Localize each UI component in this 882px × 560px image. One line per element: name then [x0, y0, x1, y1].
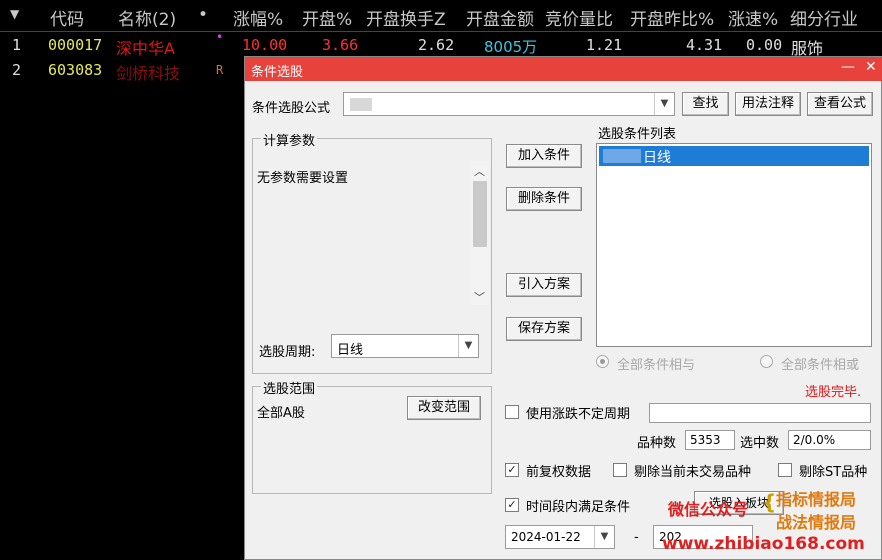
scroll-down-icon[interactable]: ﹀ [474, 289, 485, 305]
cycle-field[interactable] [649, 403, 871, 423]
scroll-up-icon[interactable]: ︿ [474, 163, 485, 179]
row-index: 2 [12, 61, 22, 79]
row-index: 1 [12, 36, 22, 54]
col-change[interactable]: 涨幅% [233, 5, 283, 30]
adj-label: 前复权数据 [526, 465, 592, 480]
range-group: 选股范围 全部A股 改变范围 [252, 378, 492, 494]
row-name: 剑桥科技 [116, 64, 181, 83]
col-amount[interactable]: 开盘金额 [466, 5, 534, 30]
radio-and[interactable] [596, 355, 609, 368]
condition-item-label: 日线 [643, 150, 671, 166]
row-flag: R [216, 63, 224, 77]
dialog-titlebar[interactable]: 条件选股 — ✕ [245, 57, 882, 81]
blurred-formula-name [350, 98, 372, 111]
minimize-icon[interactable]: — [841, 59, 855, 75]
import-scheme-button[interactable]: 引入方案 [506, 273, 582, 297]
close-icon[interactable]: ✕ [865, 59, 877, 75]
chevron-down-icon[interactable]: ▼ [594, 526, 614, 548]
watermark-line2: 指标情报局 [776, 490, 857, 509]
time-range-label: 时间段内满足条件 [526, 500, 631, 515]
view-formula-button[interactable]: 查看公式 [807, 92, 873, 116]
use-cycle-checkbox[interactable] [505, 405, 519, 419]
count-label: 品种数 [637, 436, 677, 451]
watermark-brace: { [762, 490, 777, 514]
row-name: 深中华A [116, 39, 175, 58]
col-name[interactable]: 名称(2) [118, 5, 176, 30]
dialog-title: 条件选股 [251, 65, 304, 80]
use-cycle-label: 使用涨跌不定周期 [526, 407, 631, 422]
list-item[interactable]: 日线 [599, 146, 869, 166]
col-code[interactable]: 代码 [50, 5, 84, 30]
selected-value: 2/0.0% [793, 433, 836, 447]
row-code: 603083 [48, 61, 103, 79]
col-industry[interactable]: 细分行业 [790, 5, 858, 30]
col-open-prev[interactable]: 开盘昨比% [630, 5, 714, 30]
sort-marker[interactable]: ▼ [10, 7, 19, 21]
exclude-st-label: 剔除ST品种 [799, 465, 868, 480]
formula-label: 条件选股公式 [252, 101, 331, 116]
exclude-inactive-label: 剔除当前未交易品种 [634, 465, 752, 480]
condition-select-dialog: 条件选股 — ✕ 条件选股公式 ▼ 查找 用法注释 查看公式 计算参数 无参数需… [244, 56, 882, 560]
col-turnover[interactable]: 开盘换手Z [366, 5, 446, 30]
params-group: 计算参数 无参数需要设置 ︿ ﹀ 选股周期: 日线 ▼ [252, 130, 492, 374]
selected-field: 2/0.0% [788, 430, 871, 450]
period-label: 选股周期: [259, 345, 316, 360]
watermark-line3: 战法情报局 [776, 513, 857, 532]
condition-list[interactable]: 日线 [596, 143, 872, 347]
col-ratio[interactable]: 竞价量比 [545, 5, 613, 30]
params-title: 计算参数 [261, 130, 318, 149]
watermark-wechat: 微信公众号 [668, 500, 749, 519]
radio-or-label: 全部条件相或 [781, 358, 860, 373]
exclude-st-checkbox[interactable] [778, 463, 792, 477]
params-scrollbar[interactable]: ︿ ﹀ [471, 161, 489, 305]
row-turnover: 2.62 [418, 36, 455, 54]
params-text: 无参数需要设置 [257, 171, 349, 186]
col-open[interactable]: 开盘% [302, 5, 352, 30]
count-value: 5353 [690, 433, 721, 447]
range-value: 全部A股 [257, 406, 305, 421]
row-flag: • [216, 30, 224, 44]
row-open-prev: 4.31 [686, 36, 723, 54]
app-root: ▼ 代码 名称(2) • 涨幅% 开盘% 开盘换手Z 开盘金额 竞价量比 开盘昨… [0, 0, 882, 560]
row-amount: 8005万 [484, 38, 538, 56]
date-separator: - [634, 530, 639, 545]
period-value: 日线 [337, 343, 364, 358]
row-change: 10.00 [242, 36, 288, 54]
adj-checkbox[interactable]: ✓ [505, 463, 519, 477]
row-open: 3.66 [322, 36, 359, 54]
delete-condition-button[interactable]: 删除条件 [506, 187, 582, 211]
usage-button[interactable]: 用法注释 [735, 92, 801, 116]
condition-list-title: 选股条件列表 [598, 127, 677, 142]
table-row[interactable]: 1 000017 深中华A • 10.00 3.66 2.62 8005万 1.… [0, 30, 882, 58]
col-flag[interactable]: • [198, 5, 208, 25]
count-field: 5353 [685, 430, 735, 450]
row-code: 000017 [48, 36, 103, 54]
blurred-condition-name [603, 149, 641, 163]
chevron-down-icon[interactable]: ▼ [654, 93, 674, 115]
change-range-button[interactable]: 改变范围 [407, 396, 481, 420]
date-from-picker[interactable]: 2024-01-22 ▼ [505, 525, 615, 549]
status-text: 选股完毕. [805, 385, 862, 400]
range-title: 选股范围 [261, 378, 318, 397]
row-speed: 0.00 [746, 36, 783, 54]
add-condition-button[interactable]: 加入条件 [506, 144, 582, 168]
row-ratio: 1.21 [586, 36, 623, 54]
radio-and-label: 全部条件相与 [617, 358, 696, 373]
exclude-inactive-checkbox[interactable] [613, 463, 627, 477]
chevron-down-icon[interactable]: ▼ [458, 335, 478, 357]
find-button[interactable]: 查找 [682, 92, 729, 116]
radio-or[interactable] [760, 355, 773, 368]
scroll-thumb[interactable] [473, 181, 487, 247]
selected-label: 选中数 [740, 436, 780, 451]
formula-combo[interactable]: ▼ [343, 92, 675, 116]
period-combo[interactable]: 日线 ▼ [331, 334, 479, 358]
table-header: ▼ 代码 名称(2) • 涨幅% 开盘% 开盘换手Z 开盘金额 竞价量比 开盘昨… [0, 0, 882, 32]
date-from-value: 2024-01-22 [511, 530, 581, 544]
col-speed[interactable]: 涨速% [728, 5, 778, 30]
watermark-url: www.zhibiao168.com [662, 534, 865, 554]
time-range-checkbox[interactable]: ✓ [505, 498, 519, 512]
save-scheme-button[interactable]: 保存方案 [506, 317, 582, 341]
